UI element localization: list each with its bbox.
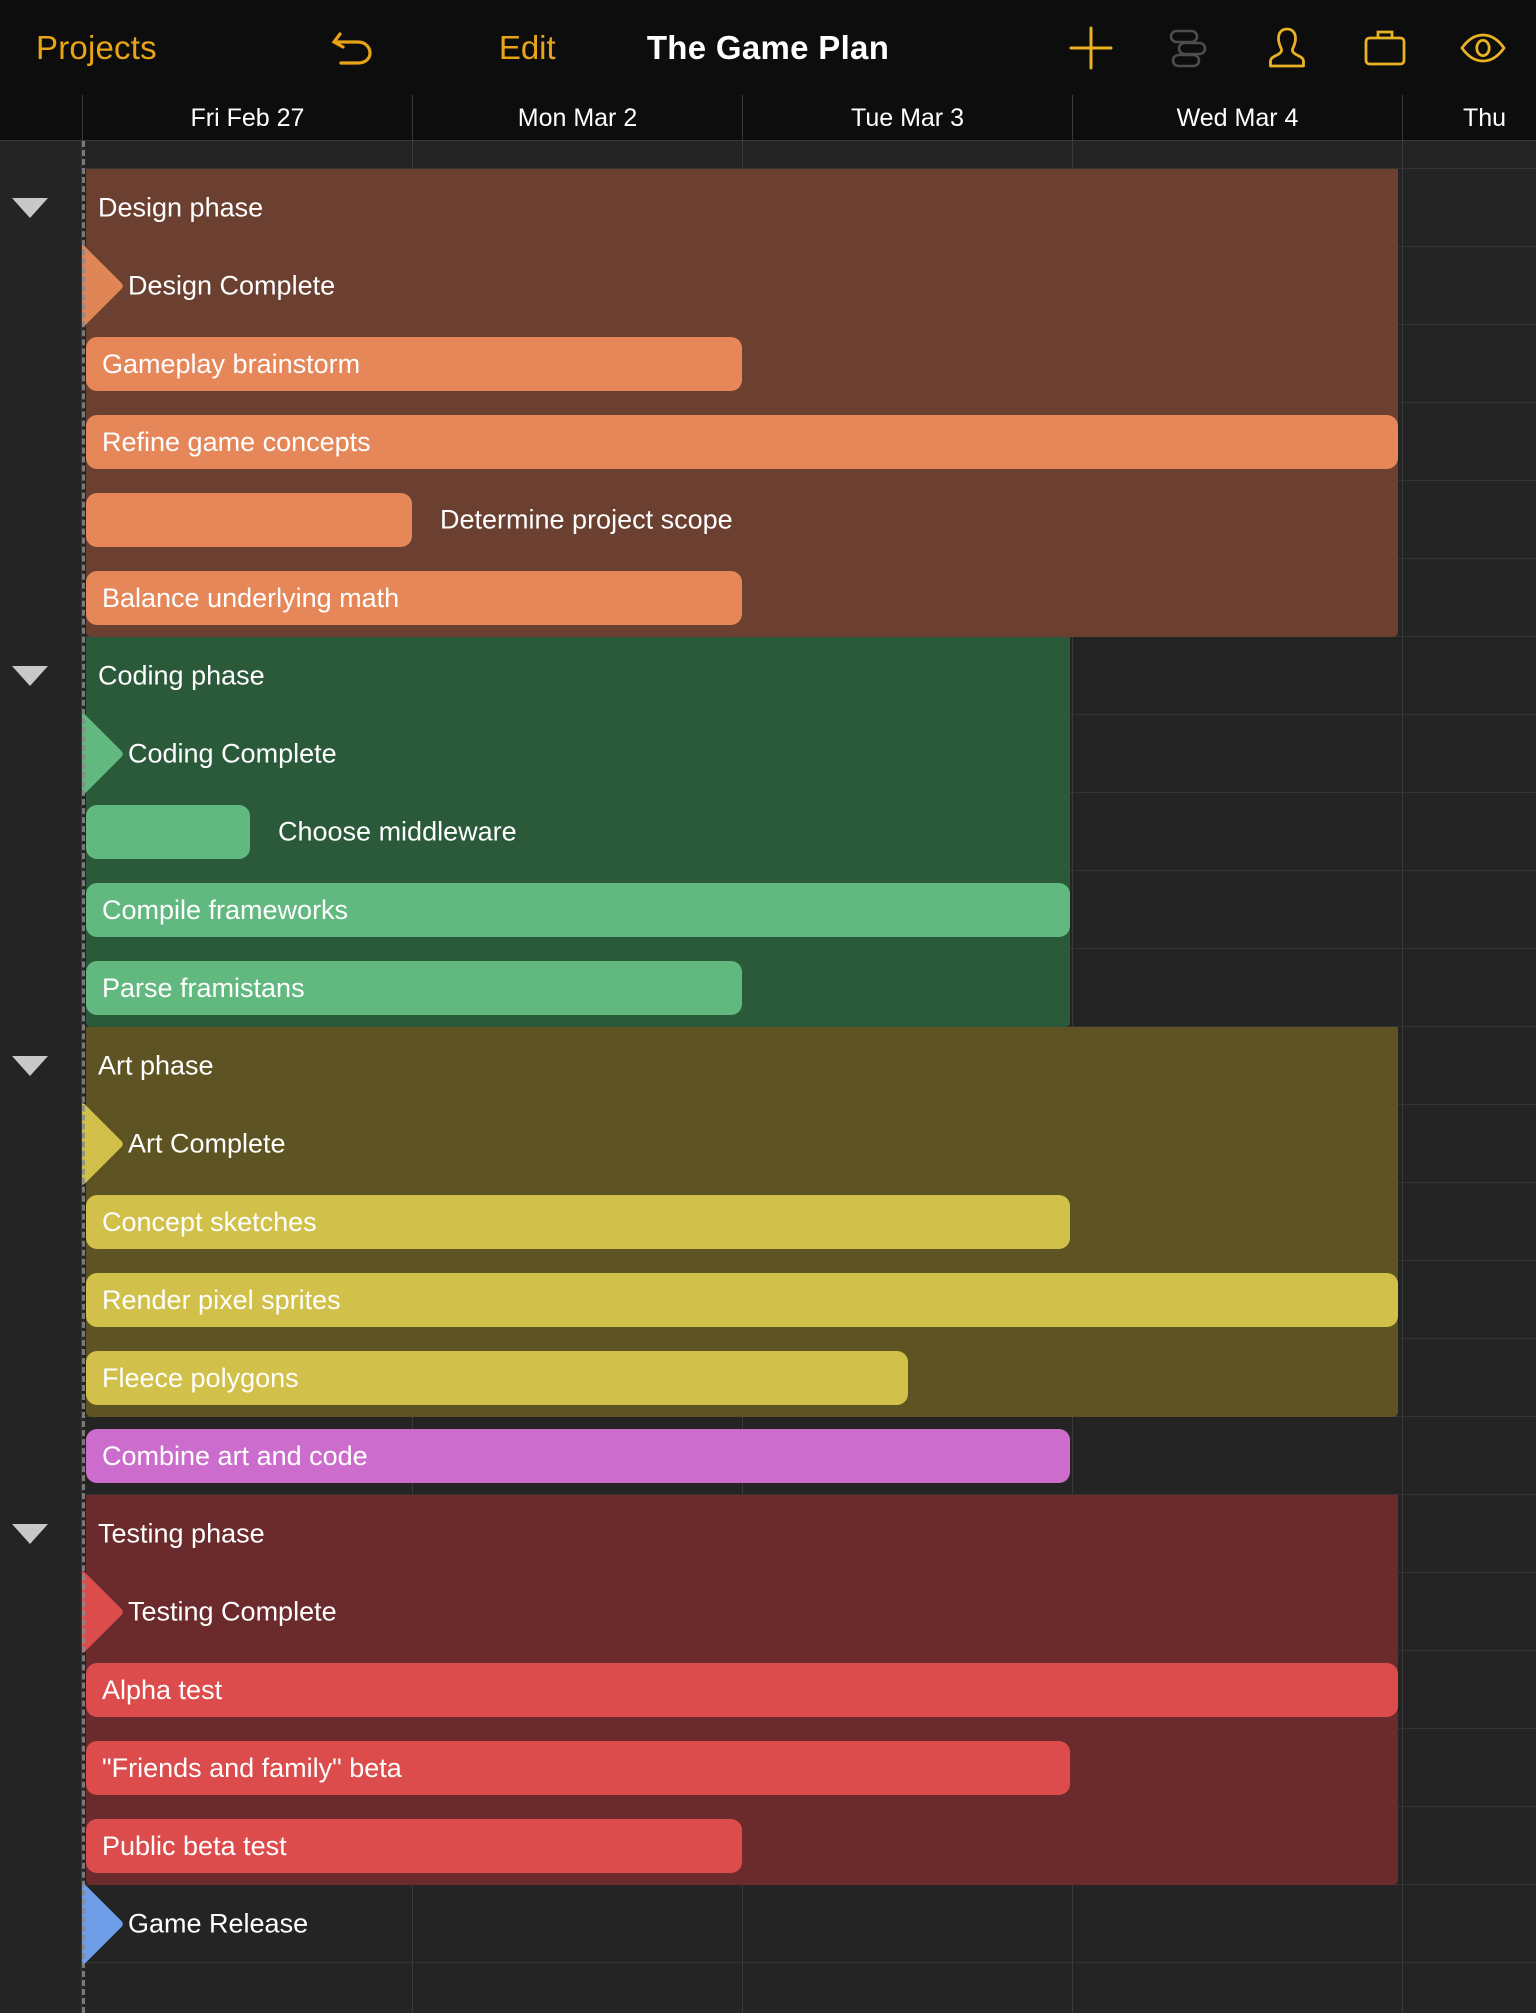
phase-group-band[interactable] xyxy=(86,169,1398,637)
milestone-label: Design Complete xyxy=(128,270,336,301)
phase-label: Testing phase xyxy=(98,1518,265,1549)
milestone-label: Game Release xyxy=(128,1908,309,1939)
task-label: "Friends and family" beta xyxy=(102,1752,402,1783)
gantt-bars-icon[interactable] xyxy=(1158,17,1220,79)
row-separator xyxy=(0,1962,1536,1963)
task-label: Gameplay brainstorm xyxy=(102,348,361,379)
date-column-header[interactable]: Wed Mar 4 xyxy=(1072,95,1402,141)
task-label: Combine art and code xyxy=(102,1440,368,1471)
phase-label: Art phase xyxy=(98,1050,214,1081)
task-bar[interactable] xyxy=(86,805,250,859)
today-marker-line xyxy=(82,141,85,2013)
task-label: Alpha test xyxy=(102,1674,223,1705)
person-icon[interactable] xyxy=(1256,17,1318,79)
task-bar[interactable]: Gameplay brainstorm xyxy=(86,337,742,391)
plus-icon[interactable] xyxy=(1060,17,1122,79)
milestone-label: Testing Complete xyxy=(128,1596,337,1627)
task-bar[interactable]: Refine game concepts xyxy=(86,415,1398,469)
toolbar: Projects Edit The Game Plan xyxy=(0,0,1536,95)
task-label: Concept sketches xyxy=(102,1206,317,1237)
milestone-label: Coding Complete xyxy=(128,738,337,769)
disclosure-triangle-icon[interactable] xyxy=(7,637,53,715)
task-bar[interactable]: Combine art and code xyxy=(86,1429,1070,1483)
projects-back-button[interactable]: Projects xyxy=(36,29,157,67)
task-label: Fleece polygons xyxy=(102,1362,299,1393)
phase-label: Coding phase xyxy=(98,660,265,691)
eye-icon[interactable] xyxy=(1452,17,1514,79)
gantt-app-window: Projects Edit The Game Plan Fri Feb 27 M… xyxy=(0,0,1536,2013)
toolbar-actions xyxy=(1060,0,1514,95)
task-bar[interactable]: Fleece polygons xyxy=(86,1351,908,1405)
task-bar[interactable]: "Friends and family" beta xyxy=(86,1741,1070,1795)
date-column-header[interactable]: Fri Feb 27 xyxy=(82,95,412,141)
milestone-label: Art Complete xyxy=(128,1128,286,1159)
date-column-header[interactable]: Thu xyxy=(1402,95,1536,141)
gantt-chart-area[interactable]: Design phase Design Complete Gameplay brai… xyxy=(0,141,1536,2013)
date-column-header[interactable]: Tue Mar 3 xyxy=(742,95,1072,141)
task-label: Parse framistans xyxy=(102,972,305,1003)
task-bar[interactable]: Public beta test xyxy=(86,1819,742,1873)
undo-arrow-icon[interactable] xyxy=(325,20,381,76)
task-bar[interactable]: Concept sketches xyxy=(86,1195,1070,1249)
phase-label: Design phase xyxy=(98,192,264,223)
task-label: Compile frameworks xyxy=(102,894,349,925)
edit-button[interactable]: Edit xyxy=(499,29,556,67)
task-label: Render pixel sprites xyxy=(102,1284,341,1315)
header-gutter xyxy=(0,95,82,141)
task-bar[interactable]: Balance underlying math xyxy=(86,571,742,625)
task-label: Balance underlying math xyxy=(102,582,400,613)
task-bar[interactable] xyxy=(86,493,412,547)
disclosure-triangle-icon[interactable] xyxy=(7,1495,53,1573)
disclosure-triangle-icon[interactable] xyxy=(7,169,53,247)
grid-line xyxy=(1402,141,1403,2013)
task-bar[interactable]: Alpha test xyxy=(86,1663,1398,1717)
task-bar[interactable]: Compile frameworks xyxy=(86,883,1070,937)
task-label: Refine game concepts xyxy=(102,426,371,457)
task-bar[interactable]: Render pixel sprites xyxy=(86,1273,1398,1327)
task-label: Public beta test xyxy=(102,1830,287,1861)
briefcase-icon[interactable] xyxy=(1354,17,1416,79)
task-label: Choose middleware xyxy=(278,816,517,847)
date-column-header[interactable]: Mon Mar 2 xyxy=(412,95,742,141)
disclosure-triangle-icon[interactable] xyxy=(7,1027,53,1105)
timeline-date-header: Fri Feb 27 Mon Mar 2 Tue Mar 3 Wed Mar 4… xyxy=(0,95,1536,141)
task-label: Determine project scope xyxy=(440,504,733,535)
task-bar[interactable]: Parse framistans xyxy=(86,961,742,1015)
